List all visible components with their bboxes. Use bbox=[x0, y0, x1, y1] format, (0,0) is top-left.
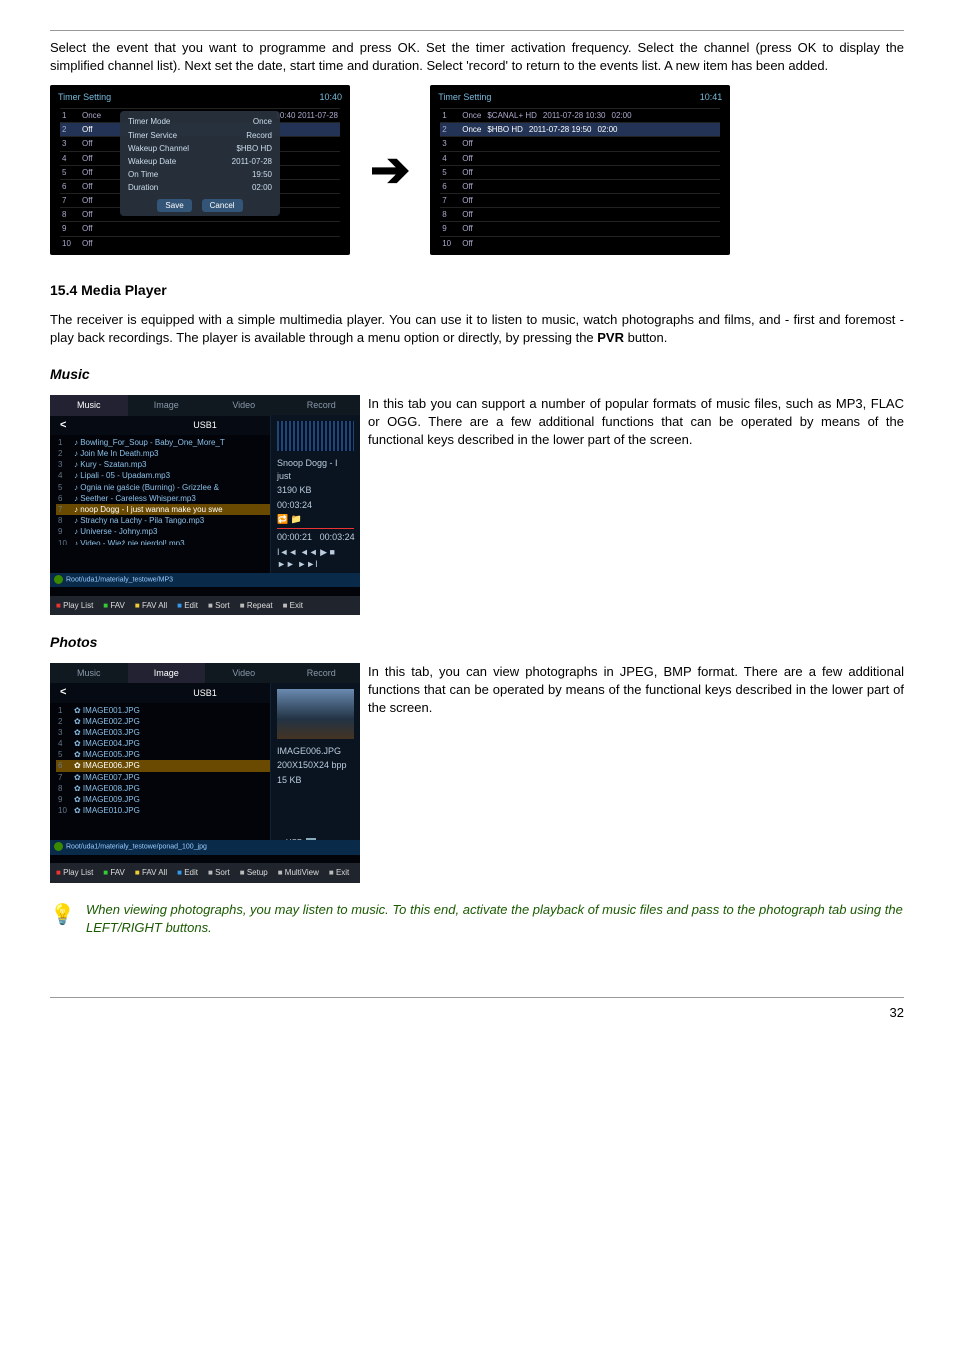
func-key-repeat[interactable]: Repeat bbox=[240, 600, 273, 611]
music-paragraph: In this tab you can support a number of … bbox=[368, 395, 904, 450]
timer-row[interactable]: 3Off bbox=[440, 136, 720, 150]
subsection-photos: Photos bbox=[50, 633, 904, 653]
tab-record[interactable]: Record bbox=[283, 395, 361, 416]
photos-side-panel: IMAGE006.JPG 200X150X24 bpp 15 KB ■USB bbox=[270, 683, 360, 855]
timer-figure-row: Timer Setting 10:40 1Once10:40 2011-07-2… bbox=[50, 85, 904, 255]
timer-row[interactable]: 9Off bbox=[60, 221, 340, 235]
intro-paragraph: Select the event that you want to progra… bbox=[50, 39, 904, 75]
tv-left-clock: 10:40 bbox=[319, 91, 342, 104]
repeat-folder-icon: 🔁 📁 bbox=[277, 513, 354, 526]
timer-edit-popup: Timer ModeOnceTimer ServiceRecordWakeup … bbox=[120, 111, 280, 215]
tab-video[interactable]: Video bbox=[205, 395, 283, 416]
func-key-fav[interactable]: FAV bbox=[103, 867, 125, 878]
tip-callout: When viewing photographs, you may listen… bbox=[50, 901, 904, 937]
lightbulb-icon bbox=[50, 901, 76, 927]
tab-record[interactable]: Record bbox=[283, 663, 361, 684]
tv-left-title: Timer Setting bbox=[58, 91, 111, 104]
media-player-paragraph: The receiver is equipped with a simple m… bbox=[50, 311, 904, 347]
page-number: 32 bbox=[50, 1004, 904, 1022]
save-button[interactable]: Save bbox=[157, 199, 191, 212]
timer-row[interactable]: 6Off bbox=[440, 179, 720, 193]
nav-left-icon[interactable]: < bbox=[60, 685, 66, 700]
tab-image[interactable]: Image bbox=[128, 663, 206, 684]
device-label: USB1 bbox=[193, 687, 217, 700]
music-player-screenshot: MusicImageVideoRecord < USB1 > 1♪ Bowlin… bbox=[50, 395, 360, 615]
popup-field[interactable]: On Time19:50 bbox=[128, 168, 272, 181]
path-bar: Root/uda1/materialy_testowe/ponad_100_jp… bbox=[50, 840, 360, 854]
func-key-setup[interactable]: Setup bbox=[240, 867, 268, 878]
subsection-music: Music bbox=[50, 365, 904, 385]
tv-right-title: Timer Setting bbox=[438, 91, 491, 104]
func-key-sort[interactable]: Sort bbox=[208, 867, 230, 878]
arrow-right-icon: ➔ bbox=[370, 137, 410, 204]
popup-field[interactable]: Wakeup Channel$HBO HD bbox=[128, 142, 272, 155]
nav-left-icon[interactable]: < bbox=[60, 418, 66, 433]
tv-right-clock: 10:41 bbox=[700, 91, 723, 104]
func-key-fav[interactable]: FAV bbox=[103, 600, 125, 611]
tab-music[interactable]: Music bbox=[50, 395, 128, 416]
music-side-panel: Snoop Dogg - I just 3190 KB 00:03:24 🔁 📁… bbox=[270, 415, 360, 587]
func-key-multiview[interactable]: MultiView bbox=[278, 867, 319, 878]
func-key-sort[interactable]: Sort bbox=[208, 600, 230, 611]
func-key-play-list[interactable]: Play List bbox=[56, 867, 93, 878]
timer-screenshot-left: Timer Setting 10:40 1Once10:40 2011-07-2… bbox=[50, 85, 350, 255]
timer-row[interactable]: 10Off bbox=[440, 236, 720, 250]
func-key-play-list[interactable]: Play List bbox=[56, 600, 93, 611]
device-label: USB1 bbox=[193, 419, 217, 432]
timer-row[interactable]: 8Off bbox=[440, 207, 720, 221]
section-media-player: 15.4 Media Player bbox=[50, 281, 904, 301]
timer-row[interactable]: 10Off bbox=[60, 236, 340, 250]
timer-row[interactable]: 7Off bbox=[440, 193, 720, 207]
func-key-fav-all[interactable]: FAV All bbox=[135, 600, 167, 611]
popup-field[interactable]: Timer ServiceRecord bbox=[128, 129, 272, 142]
timer-row[interactable]: 1Once$CANAL+ HD2011-07-28 10:3002:00 bbox=[440, 108, 720, 122]
transport-controls-icon[interactable]: I◄◄ ◄◄ ▶ ■ ►► ►►I bbox=[277, 546, 354, 571]
popup-field[interactable]: Duration02:00 bbox=[128, 181, 272, 194]
popup-field[interactable]: Timer ModeOnce bbox=[128, 115, 272, 128]
path-bar: Root/uda1/materialy_testowe/MP3 bbox=[50, 573, 360, 587]
tab-video[interactable]: Video bbox=[205, 663, 283, 684]
popup-field[interactable]: Wakeup Date2011-07-28 bbox=[128, 155, 272, 168]
func-key-edit[interactable]: Edit bbox=[177, 867, 198, 878]
photo-thumbnail bbox=[277, 689, 354, 739]
tab-image[interactable]: Image bbox=[128, 395, 206, 416]
tip-text: When viewing photographs, you may listen… bbox=[86, 901, 904, 937]
tab-music[interactable]: Music bbox=[50, 663, 128, 684]
func-key-exit[interactable]: Exit bbox=[283, 600, 303, 611]
func-key-exit[interactable]: Exit bbox=[329, 867, 349, 878]
timer-row[interactable]: 4Off bbox=[440, 151, 720, 165]
func-key-edit[interactable]: Edit bbox=[177, 600, 198, 611]
cancel-button[interactable]: Cancel bbox=[202, 199, 243, 212]
photos-player-screenshot: MusicImageVideoRecord < USB1 > 1✿ IMAGE0… bbox=[50, 663, 360, 883]
photos-paragraph: In this tab, you can view photographs in… bbox=[368, 663, 904, 718]
timer-row[interactable]: 5Off bbox=[440, 165, 720, 179]
timer-row[interactable]: 2Once$HBO HD2011-07-28 19:5002:00 bbox=[440, 122, 720, 136]
func-key-fav-all[interactable]: FAV All bbox=[135, 867, 167, 878]
visualizer-icon bbox=[277, 421, 354, 451]
timer-screenshot-right: Timer Setting 10:41 1Once$CANAL+ HD2011-… bbox=[430, 85, 730, 255]
timer-row[interactable]: 9Off bbox=[440, 221, 720, 235]
